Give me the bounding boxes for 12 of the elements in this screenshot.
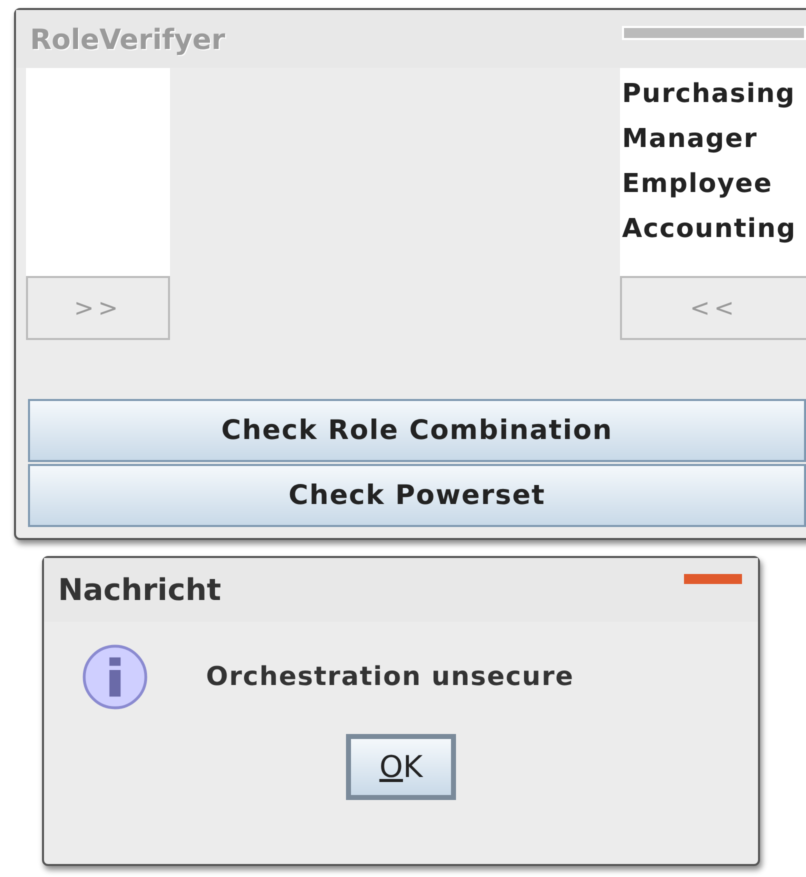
- window-title: RoleVerifyer: [30, 22, 226, 56]
- list-item[interactable]: Employee: [622, 162, 806, 207]
- ok-button[interactable]: OK: [346, 734, 456, 800]
- check-button[interactable]: Check Role Combination: [28, 399, 806, 462]
- list-item[interactable]: Manager: [622, 117, 806, 162]
- check-button[interactable]: Check Powerset: [28, 464, 806, 527]
- list-item[interactable]: Accounting: [622, 207, 806, 252]
- info-icon: [80, 642, 150, 712]
- message-text: Orchestration unsecure: [206, 662, 574, 692]
- role-list[interactable]: [26, 68, 170, 276]
- dialog-title: Nachricht: [58, 572, 222, 608]
- list-item[interactable]: Purchasing: [622, 72, 806, 117]
